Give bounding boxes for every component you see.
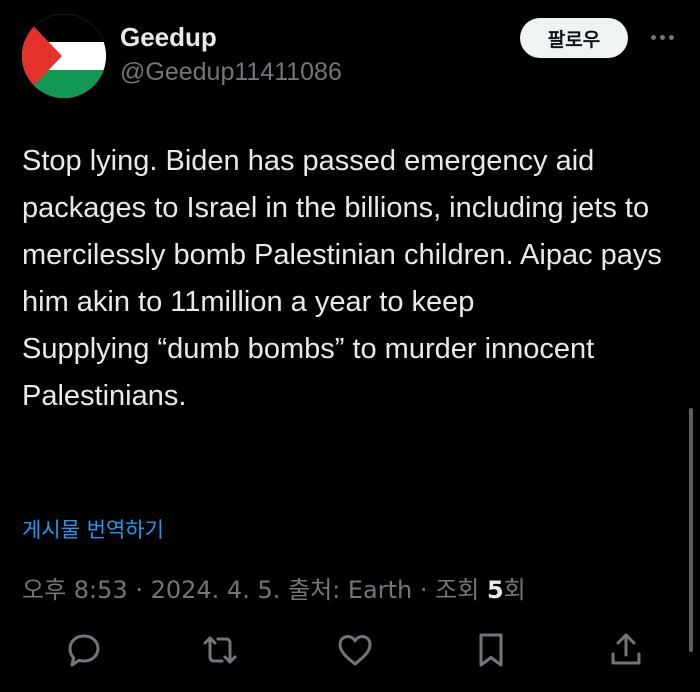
author-display-name[interactable]: Geedup: [120, 22, 217, 53]
follow-button[interactable]: 팔로우: [520, 18, 628, 58]
share-icon: [611, 633, 641, 665]
more-options-button[interactable]: [644, 22, 680, 52]
meta-separator: ·: [419, 576, 436, 604]
translate-post-link[interactable]: 게시물 번역하기: [22, 514, 164, 544]
views-prefix: 조회: [435, 576, 487, 604]
reply-button[interactable]: [60, 626, 108, 674]
scrollbar[interactable]: [689, 408, 693, 652]
more-dot-icon: [650, 34, 656, 40]
tweet-date[interactable]: 2024. 4. 5.: [151, 576, 281, 604]
tweet-time[interactable]: 오후 8:53: [22, 576, 128, 604]
more-dot-icon: [659, 34, 665, 40]
more-dot-icon: [668, 34, 674, 40]
avatar[interactable]: [22, 14, 106, 98]
action-bar: [60, 626, 650, 674]
retweet-button[interactable]: [196, 626, 244, 674]
views-count: 5: [486, 576, 504, 604]
like-icon: [338, 635, 372, 666]
bookmark-icon: [479, 633, 502, 667]
author-handle[interactable]: @Geedup11411086: [120, 58, 342, 87]
bookmark-button[interactable]: [467, 626, 515, 674]
retweet-icon: [203, 636, 236, 664]
share-button[interactable]: [602, 626, 650, 674]
reply-icon: [68, 634, 100, 667]
views-suffix: 회: [503, 576, 526, 604]
palestine-flag-icon: [22, 14, 106, 98]
tweet-text: Stop lying. Biden has passed emergency a…: [22, 145, 662, 412]
meta-separator: ·: [135, 576, 151, 604]
tweet-source: 출처: Earth: [288, 576, 413, 604]
like-button[interactable]: [331, 626, 379, 674]
tweet-meta: 오후 8:53 · 2024. 4. 5. 출처: Earth · 조회 5회: [22, 570, 526, 605]
